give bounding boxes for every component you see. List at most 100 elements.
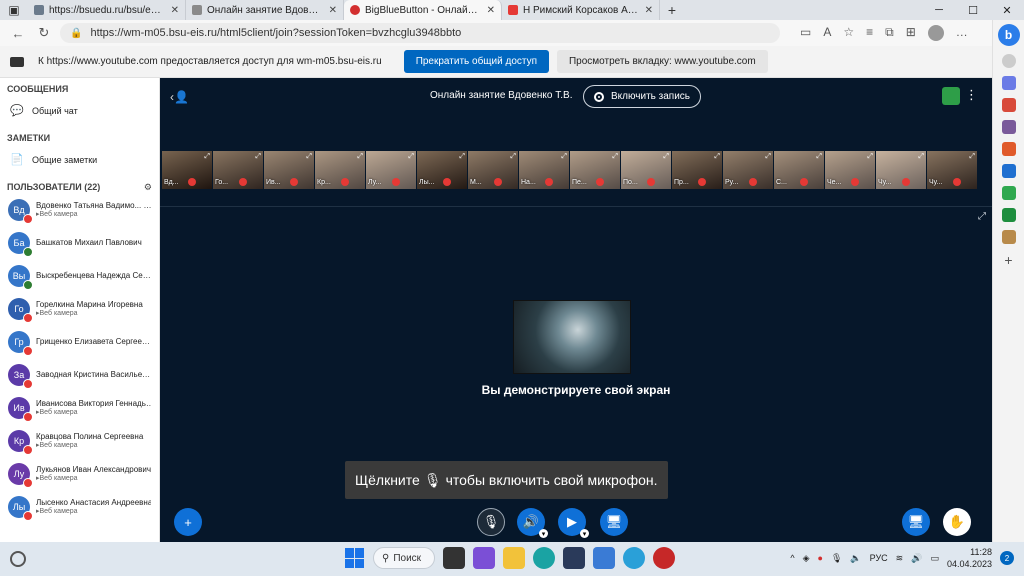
office-app-icon[interactable]	[563, 547, 585, 569]
profile-avatar-icon[interactable]	[927, 25, 944, 41]
expand-icon[interactable]: ⤢	[714, 153, 720, 161]
camera-permission-icon[interactable]: ▭	[800, 25, 811, 41]
user-list-item[interactable]: Вд Вдовенко Татьяна Вадимо... (Вы)▸Веб ка…	[0, 193, 159, 226]
tray-app-icon[interactable]: ◈	[803, 553, 810, 564]
expand-icon[interactable]: ⤢	[867, 153, 873, 161]
webcam-tile[interactable]: ⤢ Ив...	[264, 151, 314, 189]
drive-icon[interactable]	[1001, 186, 1016, 200]
tray-record-icon[interactable]: ●	[818, 553, 823, 563]
chevron-down-icon[interactable]: ▾	[580, 529, 589, 538]
task-view-icon[interactable]	[443, 547, 465, 569]
stop-sharing-button[interactable]: Прекратить общий доступ	[403, 50, 549, 73]
tab-actions-icon[interactable]: ▣	[0, 0, 28, 20]
audio-button[interactable]: 🔊 ▾	[517, 508, 548, 538]
toggle-userlist-icon[interactable]: ‹👤	[170, 90, 189, 104]
expand-icon[interactable]: ⤢	[561, 153, 567, 161]
expand-icon[interactable]: ⤢	[969, 153, 975, 161]
maps-icon[interactable]	[1001, 230, 1016, 244]
user-list-item[interactable]: Ба Башкатов Михаил Павлович	[0, 226, 159, 259]
close-icon[interactable]: ✕	[645, 5, 653, 16]
public-chat-item[interactable]: 💬 Общий чат	[0, 94, 159, 127]
extensions-icon[interactable]: ⊞	[906, 25, 916, 41]
webcam-tile[interactable]: ⤢ Ру...	[723, 151, 773, 189]
tray-chevron-icon[interactable]: ^	[790, 553, 794, 563]
connection-status-icon[interactable]	[942, 87, 960, 105]
close-icon[interactable]: ✕	[487, 5, 495, 16]
bing-icon[interactable]: b	[997, 24, 1020, 46]
file-explorer-icon[interactable]	[503, 547, 525, 569]
add-icon[interactable]: +	[1004, 252, 1012, 268]
camera-button[interactable]: ▶ ▾	[558, 508, 589, 538]
webcam-tile[interactable]: ⤢ Лы...	[417, 151, 467, 189]
screen-share-button[interactable]: 🖥	[600, 508, 628, 536]
expand-icon[interactable]: ⤢	[357, 153, 363, 161]
expand-icon[interactable]: ⤢	[408, 153, 414, 161]
user-list-item[interactable]: Лы Лысенко Анастасия Андреевна ▸Веб камер…	[0, 490, 159, 523]
lock-icon[interactable]: 🔒	[70, 28, 82, 39]
webcam-tile[interactable]: ⤢ М...	[468, 151, 518, 189]
webcam-tile[interactable]: ⤢ Лу...	[366, 151, 416, 189]
tab-bsuedu[interactable]: https://bsuedu.ru/bsu/education ✕	[28, 0, 186, 20]
shared-notes-item[interactable]: 📄 Общие заметки	[0, 143, 159, 176]
user-list-item[interactable]: Кр Кравцова Полина Сергеевна ▸Веб камера	[0, 424, 159, 457]
expand-icon[interactable]: ⤢	[255, 153, 261, 161]
fullscreen-icon[interactable]: ⤢	[978, 211, 986, 222]
webcam-tile[interactable]: ⤢ По...	[621, 151, 671, 189]
chevron-down-icon[interactable]: ▾	[539, 529, 548, 538]
record-button[interactable]: Включить запись	[583, 85, 701, 108]
shopping-icon[interactable]	[1001, 76, 1016, 90]
sheets-icon[interactable]	[1001, 208, 1016, 222]
actions-plus-button[interactable]: +	[174, 508, 202, 536]
office-icon[interactable]	[1001, 142, 1016, 156]
close-icon[interactable]: ✕	[329, 5, 337, 16]
games-icon[interactable]	[1001, 120, 1016, 134]
expand-icon[interactable]: ⤢	[816, 153, 822, 161]
speaker-icon[interactable]: 🔊	[911, 553, 922, 564]
weather-icon[interactable]	[10, 551, 26, 567]
reload-icon[interactable]: ↻	[34, 25, 54, 41]
tray-mic-icon[interactable]: 🎙	[831, 553, 842, 564]
edge-browser-icon[interactable]	[533, 547, 555, 569]
url-field[interactable]: 🔒 https://wm-m05.bsu-eis.ru/html5client/…	[60, 23, 780, 43]
expand-icon[interactable]: ⤢	[204, 153, 210, 161]
expand-icon[interactable]: ⤢	[612, 153, 618, 161]
tab-youtube[interactable]: Н Римский Корсаков Ария ✕	[502, 0, 660, 20]
mute-microphone-button[interactable]: 🎙	[477, 508, 505, 536]
webcam-tile[interactable]: ⤢ Пр...	[672, 151, 722, 189]
wifi-icon[interactable]: ≋	[896, 553, 904, 564]
webcam-tile[interactable]: ⤢ Пе...	[570, 151, 620, 189]
tray-volume-icon[interactable]: 🔈	[850, 553, 861, 564]
user-list-item[interactable]: Вы Выскребенцева Надежда Серг...	[0, 259, 159, 292]
gear-icon[interactable]: ⚙	[144, 182, 152, 193]
expand-icon[interactable]: ⤢	[306, 153, 312, 161]
raise-hand-button[interactable]: ✋	[943, 508, 971, 536]
battery-icon[interactable]: ▭	[930, 553, 939, 564]
expand-icon[interactable]: ⤢	[510, 153, 516, 161]
outlook-icon[interactable]	[1001, 164, 1016, 178]
expand-icon[interactable]: ⤢	[918, 153, 924, 161]
user-list-item[interactable]: Го Горелкина Марина Игоревна ▸Веб камера	[0, 292, 159, 325]
expand-icon[interactable]: ⤢	[459, 153, 465, 161]
tab-meeting-info[interactable]: Онлайн занятие Вдовенко Т.В. ✕	[186, 0, 344, 20]
clock[interactable]: 11:28 04.04.2023	[947, 546, 992, 570]
user-list-item[interactable]: Ив Иванисова Виктория Геннадье... ▸Веб ка…	[0, 391, 159, 424]
view-tab-button[interactable]: Просмотреть вкладку: www.youtube.com	[556, 50, 768, 73]
opera-icon[interactable]	[653, 547, 675, 569]
webcam-tile[interactable]: ⤢ Кр...	[315, 151, 365, 189]
taskbar-search[interactable]: ⚲ Поиск	[373, 547, 435, 569]
webcam-tile[interactable]: ⤢ Чу...	[927, 151, 977, 189]
favorite-icon[interactable]: ☆	[843, 25, 854, 41]
webcam-tile[interactable]: ⤢ Го...	[213, 151, 263, 189]
language-indicator[interactable]: РУС	[870, 553, 888, 563]
search-icon[interactable]	[1001, 54, 1016, 68]
layout-button[interactable]: 🖥	[902, 508, 930, 536]
webcam-tile[interactable]: ⤢ Че...	[825, 151, 875, 189]
webcam-tile[interactable]: ⤢ На...	[519, 151, 569, 189]
windows-start-icon[interactable]	[345, 548, 365, 568]
webcam-tile[interactable]: ⤢ Вд...	[162, 151, 212, 189]
expand-icon[interactable]: ⤢	[663, 153, 669, 161]
telegram-icon[interactable]	[623, 547, 645, 569]
read-aloud-icon[interactable]: A	[823, 25, 831, 41]
webcam-tile[interactable]: ⤢ С...	[774, 151, 824, 189]
tools-icon[interactable]	[1001, 98, 1016, 112]
